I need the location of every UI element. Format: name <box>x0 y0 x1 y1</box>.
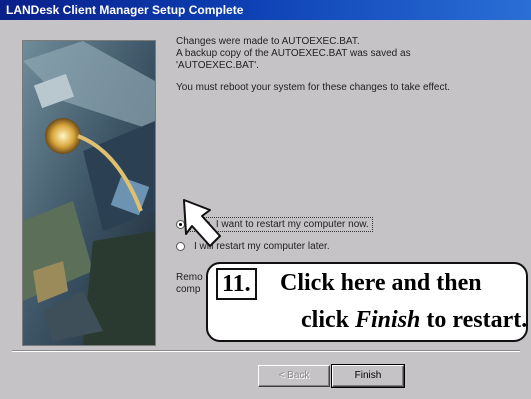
pointer-arrow-icon <box>183 199 221 247</box>
callout-finish-word: Finish <box>355 307 421 333</box>
message-line-4: You must reboot your system for these ch… <box>176 82 451 93</box>
setup-dialog: LANDesk Client Manager Setup Complete Ch… <box>0 0 531 399</box>
callout-line-1: Click here and then <box>280 270 482 296</box>
instruction-callout: 11. Click here and then click Finish to … <box>206 262 528 342</box>
message-text: Changes were made to AUTOEXEC.BAT. A bac… <box>176 36 506 94</box>
partial-text-line-2: comp <box>176 284 201 295</box>
partial-text-line-1: Remo <box>176 272 203 283</box>
callout-line-2: click Finish to restart. <box>301 306 527 334</box>
callout-line-2-end: to restart. <box>420 307 528 333</box>
partial-text: Remo comp <box>176 272 203 296</box>
callout-line-2-start: click <box>301 307 355 333</box>
message-line-3: 'AUTOEXEC.BAT'. <box>176 60 259 71</box>
back-button[interactable]: < Back <box>258 365 330 387</box>
message-line-2: A backup copy of the AUTOEXEC.BAT was sa… <box>176 48 411 59</box>
footer-divider <box>12 350 520 352</box>
message-line-1: Changes were made to AUTOEXEC.BAT. <box>176 36 360 47</box>
step-number: 11. <box>216 268 257 300</box>
setup-artwork <box>22 40 156 346</box>
finish-button[interactable]: Finish <box>331 364 405 388</box>
window-title: LANDesk Client Manager Setup Complete <box>0 0 531 20</box>
